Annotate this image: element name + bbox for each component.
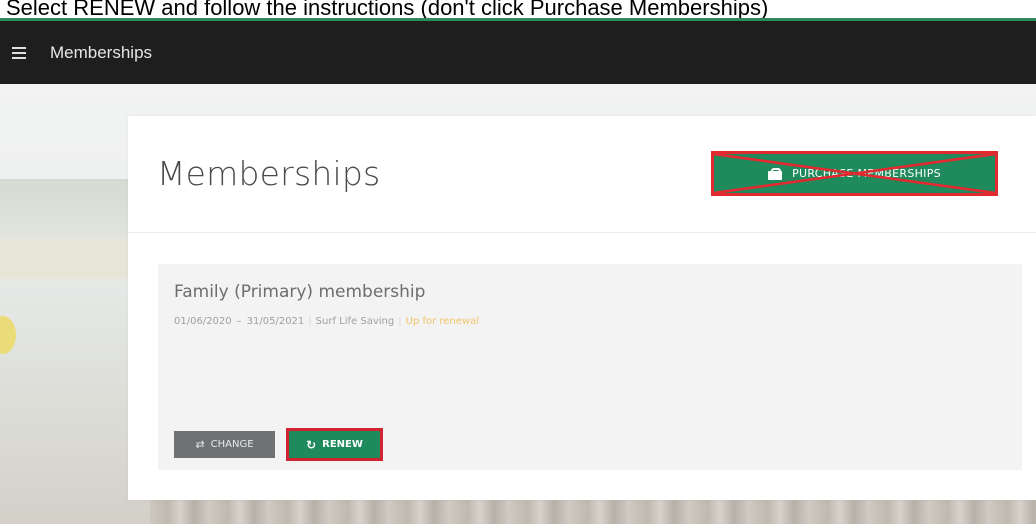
refresh-icon: ↻ <box>306 437 317 452</box>
membership-title: Family (Primary) membership <box>174 282 426 302</box>
meta-separator: | <box>308 316 312 327</box>
page-title: Memberships <box>157 154 381 193</box>
renew-button-label: RENEW <box>322 439 363 450</box>
membership-meta: 01/06/2020–31/05/2021 | Surf Life Saving | U… <box>174 316 479 327</box>
status-badge: Up for renewal <box>405 316 479 327</box>
hamburger-icon[interactable] <box>12 46 26 59</box>
organisation: Surf Life Saving <box>315 316 395 327</box>
membership-card: Family (Primary) membership 01/06/2020–3… <box>158 264 1022 470</box>
top-navbar: Memberships <box>0 21 1036 84</box>
background-sand <box>0 239 140 279</box>
panel-header: Memberships PURCHASE MEMBERSHIPS <box>128 116 1036 233</box>
purchase-button-label: PURCHASE MEMBERSHIPS <box>792 167 941 180</box>
start-date: 01/06/2020 <box>174 316 232 327</box>
end-date: 31/05/2021 <box>246 316 305 327</box>
background-buoy <box>0 316 16 354</box>
change-icon: ⇄ <box>195 438 205 451</box>
bag-icon <box>768 167 783 180</box>
change-button-label: CHANGE <box>210 439 254 450</box>
renew-button[interactable]: ↻ RENEW <box>286 428 383 461</box>
meta-separator: | <box>398 316 402 327</box>
change-button[interactable]: ⇄ CHANGE <box>174 431 275 458</box>
background-shore <box>0 179 140 239</box>
date-dash: – <box>236 316 242 327</box>
purchase-memberships-button[interactable]: PURCHASE MEMBERSHIPS <box>711 151 998 196</box>
memberships-panel: Memberships PURCHASE MEMBERSHIPS Family … <box>128 116 1036 500</box>
navbar-title: Memberships <box>50 42 153 62</box>
